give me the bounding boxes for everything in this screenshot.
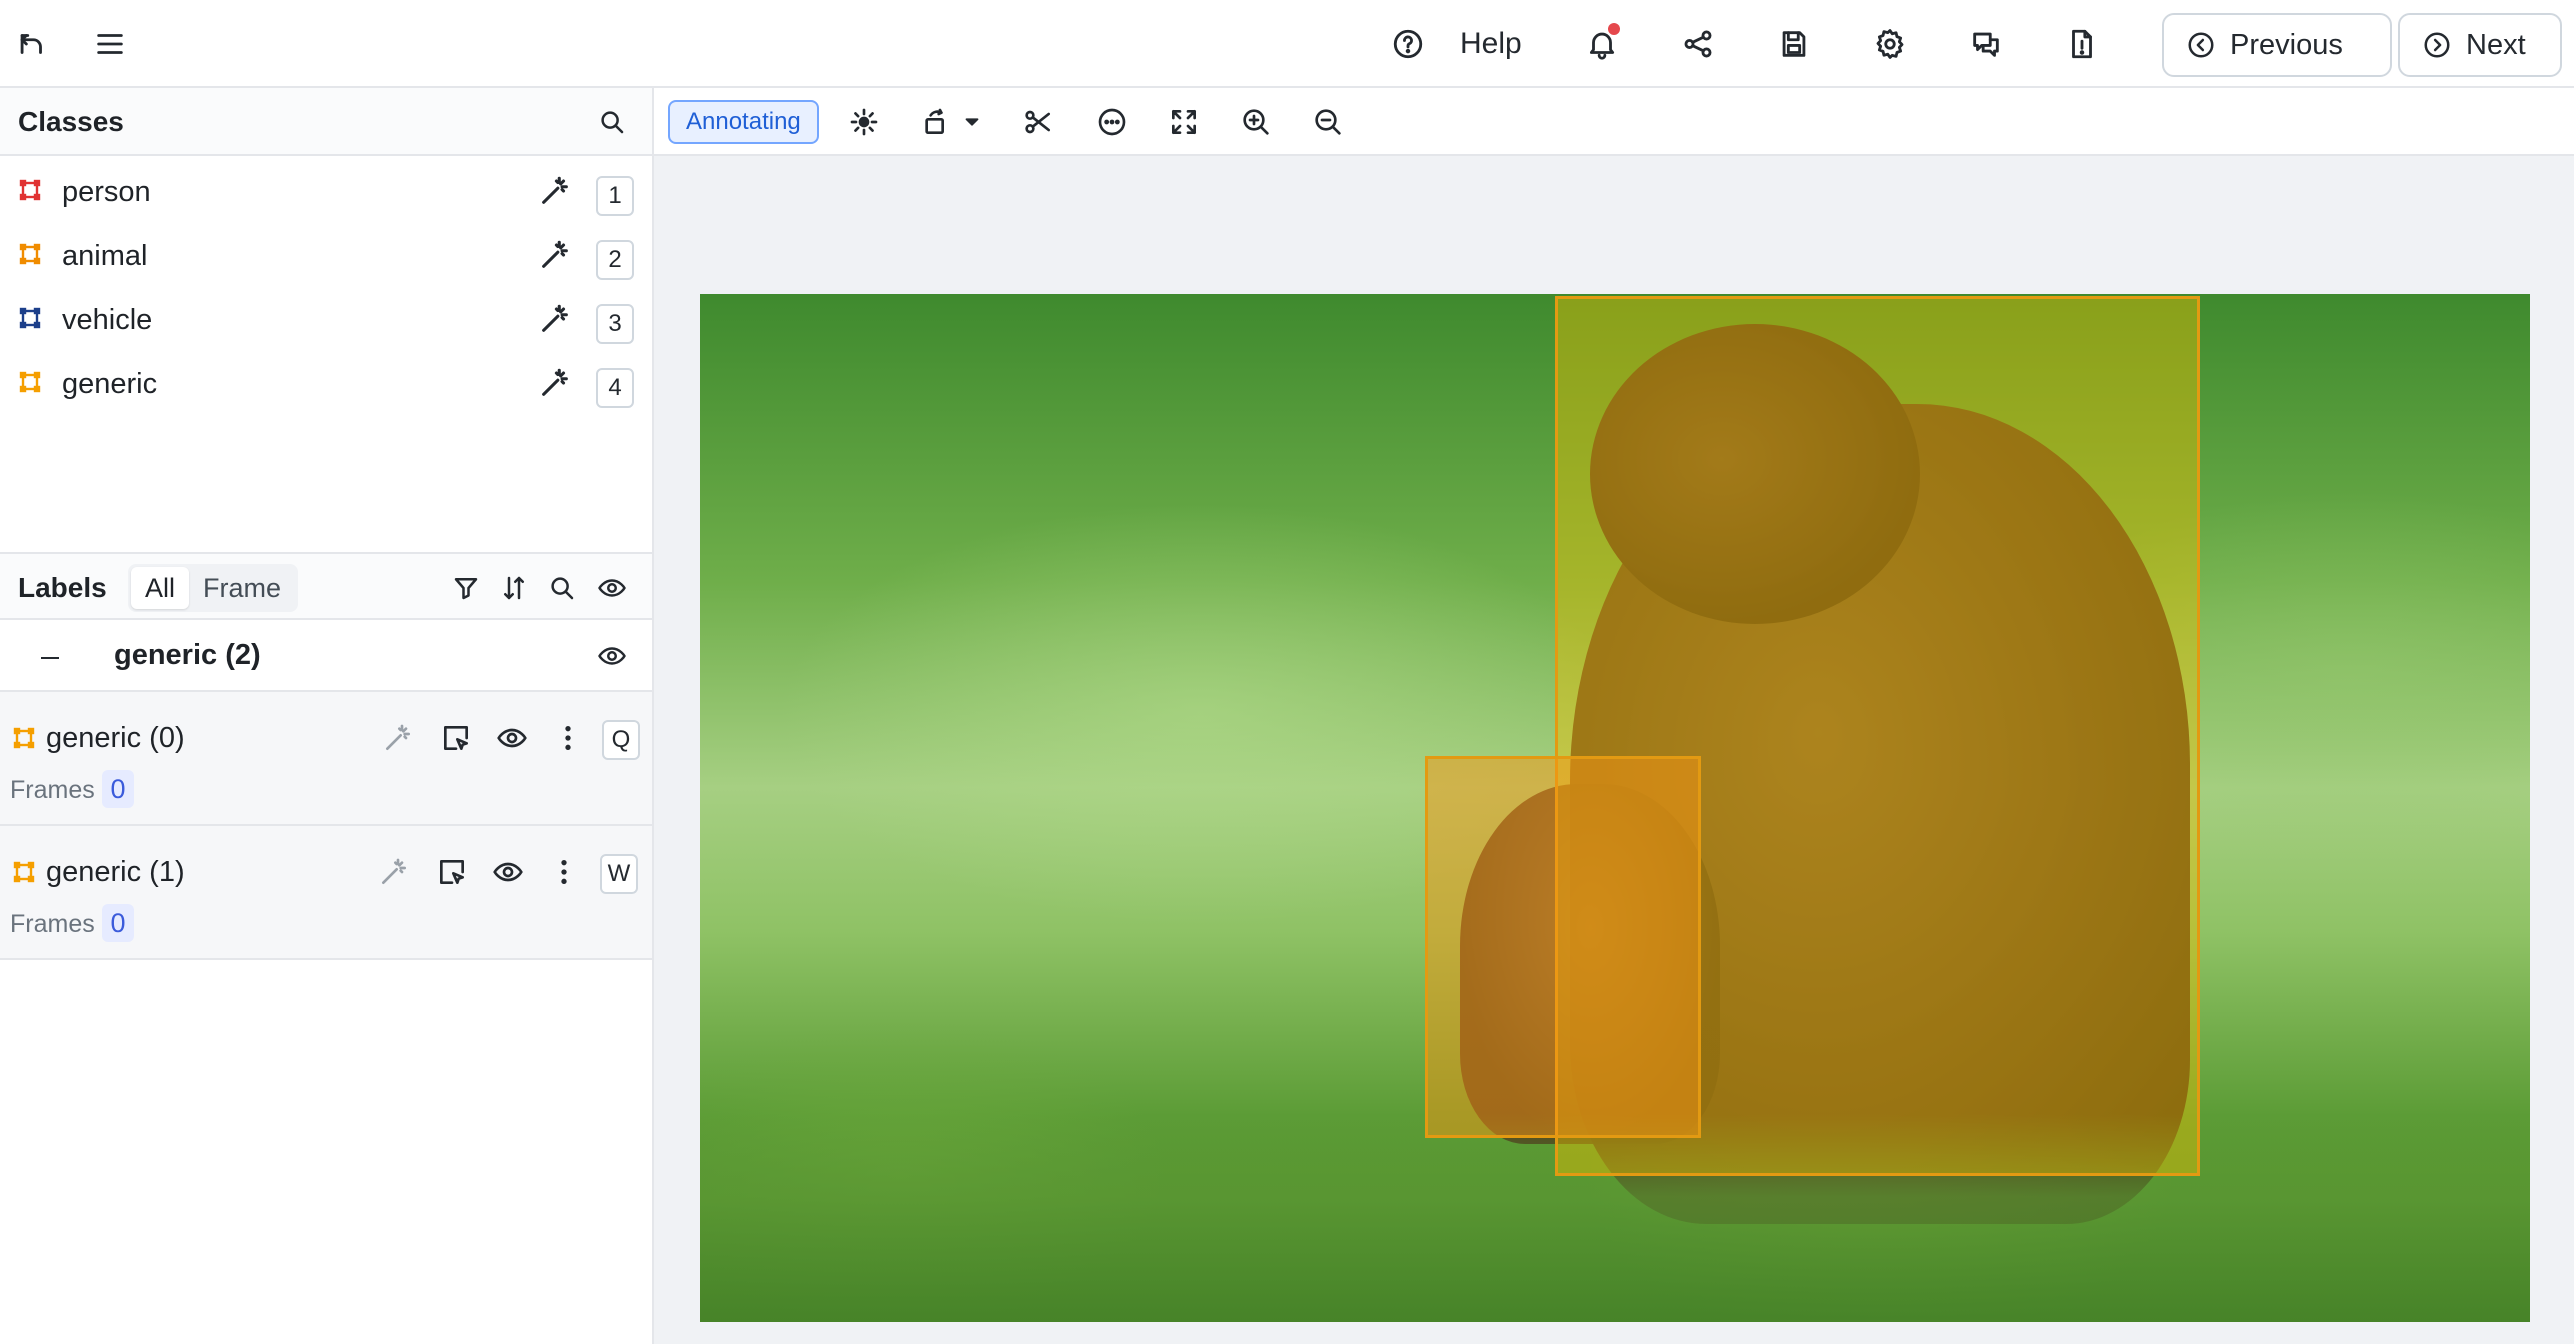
settings-gear-icon[interactable] (1868, 22, 1912, 66)
frames-label: Frames (10, 910, 95, 938)
image-canvas[interactable] (700, 294, 2530, 1322)
previous-circle-icon (2188, 32, 2214, 58)
brightness-icon[interactable] (844, 102, 884, 142)
rotate-icon[interactable] (916, 102, 956, 142)
select-box-icon[interactable] (436, 718, 476, 758)
back-icon[interactable] (10, 22, 54, 66)
top-bar: Help Previous Next (0, 0, 2574, 88)
magic-wand-icon[interactable] (538, 366, 572, 400)
visibility-eye-icon[interactable] (594, 570, 630, 606)
select-box-icon[interactable] (432, 852, 472, 892)
bounding-box-icon (18, 242, 42, 266)
left-panel: Classes person 1 animal 2 vehicle 3 gene… (0, 88, 654, 1344)
labels-title: Labels (18, 572, 107, 603)
zoom-out-icon[interactable] (1308, 102, 1348, 142)
tab-all[interactable]: All (131, 567, 190, 609)
notification-dot (1608, 23, 1620, 35)
class-label: vehicle (62, 304, 153, 336)
classes-header: Classes (0, 88, 652, 156)
magic-wand-icon[interactable] (538, 238, 572, 272)
class-item-generic[interactable]: generic 4 (0, 352, 652, 416)
mode-badge[interactable]: Annotating (668, 100, 819, 144)
label-item[interactable]: generic (0) Q Frames 0 (0, 692, 652, 826)
group-label: generic (2) (114, 639, 261, 671)
class-item-person[interactable]: person 1 (0, 160, 652, 224)
next-label: Next (2466, 28, 2526, 61)
next-button[interactable]: Next (2398, 13, 2562, 77)
sort-icon[interactable] (496, 570, 532, 606)
class-shortcut-key: 4 (596, 368, 634, 408)
next-circle-icon (2424, 32, 2450, 58)
document-info-icon[interactable] (2060, 22, 2104, 66)
label-item[interactable]: generic (1) W Frames 0 (0, 826, 652, 960)
frames-count[interactable]: 0 (102, 904, 134, 942)
collapse-minus-icon[interactable] (30, 638, 70, 678)
class-label: animal (62, 240, 148, 272)
magic-wand-icon[interactable] (538, 302, 572, 336)
more-vertical-icon[interactable] (548, 718, 588, 758)
labels-search-icon[interactable] (544, 570, 580, 606)
classes-title: Classes (18, 106, 124, 137)
more-vertical-icon[interactable] (544, 852, 584, 892)
bounding-box-icon (18, 306, 42, 330)
tab-frame[interactable]: Frame (189, 567, 295, 609)
frames-count[interactable]: 0 (102, 770, 134, 808)
class-item-vehicle[interactable]: vehicle 3 (0, 288, 652, 352)
visibility-eye-icon[interactable] (492, 718, 532, 758)
fit-screen-icon[interactable] (1164, 102, 1204, 142)
classes-search-icon[interactable] (594, 104, 630, 140)
visibility-eye-icon[interactable] (488, 852, 528, 892)
save-icon[interactable] (1772, 22, 1816, 66)
annotation-workspace: Annotating (654, 88, 2574, 1344)
frames-label: Frames (10, 776, 95, 804)
previous-label: Previous (2230, 28, 2343, 61)
magic-wand-icon[interactable] (374, 852, 414, 892)
chevron-down-icon[interactable] (960, 102, 984, 142)
class-shortcut-key: 2 (596, 240, 634, 280)
help-label[interactable]: Help (1460, 27, 1522, 61)
bounding-box-generic-1[interactable] (1425, 756, 1701, 1138)
share-icon[interactable] (1676, 22, 1720, 66)
label-group-generic[interactable]: generic (2) (0, 620, 652, 692)
label-shortcut-key: W (600, 854, 638, 894)
filter-icon[interactable] (448, 570, 484, 606)
bounding-box-icon (12, 860, 36, 884)
label-name: generic (0) (46, 722, 185, 754)
magic-wand-icon[interactable] (538, 174, 572, 208)
scissors-icon[interactable] (1018, 102, 1058, 142)
class-label: generic (62, 368, 158, 400)
label-name: generic (1) (46, 856, 185, 888)
bounding-box-icon (18, 178, 42, 202)
labels-header: Labels All Frame (0, 552, 652, 620)
notification-bell-icon[interactable] (1580, 22, 1624, 66)
class-shortcut-key: 3 (596, 304, 634, 344)
label-shortcut-key: Q (602, 720, 640, 760)
menu-icon[interactable] (88, 22, 132, 66)
previous-button[interactable]: Previous (2162, 13, 2392, 77)
labels-tabs: All Frame (128, 564, 299, 612)
annotation-toolbar: Annotating (654, 88, 2574, 156)
bounding-box-icon (18, 370, 42, 394)
zoom-in-icon[interactable] (1236, 102, 1276, 142)
group-visibility-eye-icon[interactable] (594, 638, 630, 674)
comments-icon[interactable] (1964, 22, 2008, 66)
class-item-animal[interactable]: animal 2 (0, 224, 652, 288)
help-icon[interactable] (1386, 22, 1430, 66)
magic-wand-icon[interactable] (378, 718, 418, 758)
bounding-box-icon (12, 726, 36, 750)
comment-dots-icon[interactable] (1092, 102, 1132, 142)
class-shortcut-key: 1 (596, 176, 634, 216)
class-label: person (62, 176, 151, 208)
